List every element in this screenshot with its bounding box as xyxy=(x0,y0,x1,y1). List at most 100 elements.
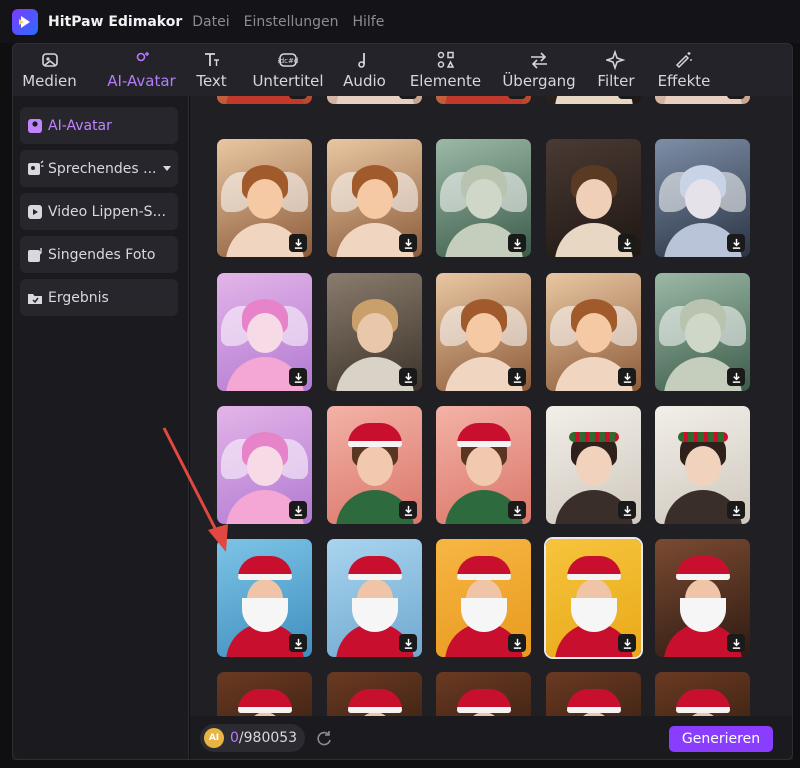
ai-coin-icon: AI xyxy=(204,728,224,748)
result-icon xyxy=(28,293,42,304)
tab-label: Untertitel xyxy=(252,71,324,90)
avatar-tile-santa[interactable] xyxy=(327,539,422,657)
svg-text:#d6d6dc#d6d6dc: #d6d6dc#d6d6dc xyxy=(278,57,298,65)
download-icon[interactable] xyxy=(618,96,636,99)
avatar-tile-santa[interactable] xyxy=(546,672,641,716)
sidebar-item-result[interactable]: Ergebnis xyxy=(20,279,178,316)
refresh-icon[interactable] xyxy=(315,729,333,747)
avatar-tile-wreath-woman[interactable] xyxy=(546,406,641,524)
download-icon[interactable] xyxy=(508,501,526,519)
tab-filter[interactable]: Filter xyxy=(596,43,636,96)
download-icon[interactable] xyxy=(399,96,417,99)
avatar-tile-cupid[interactable] xyxy=(217,96,312,104)
talking-photo-icon xyxy=(28,160,44,175)
avatar-tile-woman[interactable] xyxy=(327,273,422,391)
download-icon[interactable] xyxy=(289,368,307,386)
avatar-tile-santa[interactable] xyxy=(546,539,641,657)
tab-label: Effekte xyxy=(657,71,711,90)
download-icon[interactable] xyxy=(399,501,417,519)
singing-photo-icon xyxy=(28,247,42,262)
tab-transition[interactable]: Übergang xyxy=(498,43,580,96)
tab-effects[interactable]: Effekte xyxy=(655,43,713,96)
tab-label: Filter xyxy=(597,71,635,90)
avatar-tile-cupid-baby[interactable] xyxy=(327,139,422,257)
download-icon[interactable] xyxy=(289,96,307,99)
download-icon[interactable] xyxy=(727,96,745,99)
tab-avatar[interactable]: AI-Avatar xyxy=(100,43,183,96)
download-icon[interactable] xyxy=(399,234,417,252)
download-icon[interactable] xyxy=(618,501,636,519)
sidebar-item-talking-photo[interactable]: Sprechendes ... xyxy=(20,150,178,187)
download-icon[interactable] xyxy=(289,634,307,652)
credits-used: 0 xyxy=(230,730,239,746)
avatar-tile-santa[interactable] xyxy=(436,539,531,657)
download-icon[interactable] xyxy=(508,234,526,252)
download-icon[interactable] xyxy=(727,501,745,519)
avatar-tile-santa[interactable] xyxy=(655,539,750,657)
sidebar-item-avatar[interactable]: AI-Avatar xyxy=(20,107,178,144)
avatar-tile-santa[interactable] xyxy=(655,672,750,716)
download-icon[interactable] xyxy=(727,634,745,652)
avatar-tile-wreath-woman[interactable] xyxy=(655,406,750,524)
avatar-tile-anime-girl[interactable] xyxy=(217,273,312,391)
avatar-tile-baby[interactable] xyxy=(327,96,422,104)
avatar-icon xyxy=(28,118,42,133)
elements-icon xyxy=(437,51,454,68)
filter-icon xyxy=(606,49,626,70)
credits-display: AI 0 /980053 xyxy=(200,724,306,752)
download-icon[interactable] xyxy=(508,634,526,652)
video-lipsync-icon xyxy=(28,204,42,219)
left-panel: AI-Avatar Sprechendes ... Video Lippen-S..… xyxy=(12,96,189,760)
avatar-tile-cupid-baby[interactable] xyxy=(546,273,641,391)
sidebar-item-label: AI-Avatar xyxy=(48,117,112,134)
avatar-tile-cupid-baby[interactable] xyxy=(217,139,312,257)
audio-icon xyxy=(357,52,365,68)
download-icon[interactable] xyxy=(289,234,307,252)
avatar-tile-santa[interactable] xyxy=(217,539,312,657)
download-icon[interactable] xyxy=(508,96,526,99)
tab-subtitle[interactable]: #d6d6dc#d6d6dc Untertitel xyxy=(249,43,327,96)
avatar-tile-santa[interactable] xyxy=(327,672,422,716)
tab-label: AI-Avatar xyxy=(107,71,176,90)
avatar-tile-angel-statue[interactable] xyxy=(436,139,531,257)
download-icon[interactable] xyxy=(399,634,417,652)
avatar-tile-cupid[interactable] xyxy=(436,96,531,104)
download-icon[interactable] xyxy=(399,368,417,386)
subtitle-icon: #d6d6dc#d6d6dc xyxy=(278,52,298,67)
tab-media[interactable]: Medien xyxy=(22,43,77,96)
sidebar-item-singing-photo[interactable]: Singendes Foto xyxy=(20,236,178,273)
menu-0[interactable]: Datei xyxy=(192,14,229,30)
download-icon[interactable] xyxy=(508,368,526,386)
tab-elements[interactable]: Elemente xyxy=(409,43,482,96)
avatar-tile-santa-woman[interactable] xyxy=(436,406,531,524)
bottom-bar: AI 0 /980053 Generieren xyxy=(190,716,793,760)
avatar-tile-angel-statue[interactable] xyxy=(655,273,750,391)
chevron-down-icon[interactable] xyxy=(163,166,171,171)
sidebar-item-label: Singendes Foto xyxy=(48,246,156,263)
avatar-tile-girl[interactable] xyxy=(546,96,641,104)
effects-icon xyxy=(675,51,692,68)
avatar-tile-cupid-baby[interactable] xyxy=(436,273,531,391)
menu-1[interactable]: Einstellungen xyxy=(244,14,339,30)
download-icon[interactable] xyxy=(727,234,745,252)
download-icon[interactable] xyxy=(618,368,636,386)
menu-bar: Datei Einstellungen Hilfe xyxy=(192,14,384,30)
avatar-tile-baby[interactable] xyxy=(655,96,750,104)
tab-audio[interactable]: Audio xyxy=(342,43,387,96)
tab-text[interactable]: Text xyxy=(192,43,231,96)
avatar-tile-santa[interactable] xyxy=(436,672,531,716)
sidebar-item-video-lipsync[interactable]: Video Lippen-S... xyxy=(20,193,178,230)
avatar-tile-santa-woman[interactable] xyxy=(327,406,422,524)
generate-button[interactable]: Generieren xyxy=(669,726,773,752)
avatar-tile-girl[interactable] xyxy=(546,139,641,257)
avatar-grid xyxy=(190,96,793,716)
avatar-tile-angel-boy[interactable] xyxy=(655,139,750,257)
download-icon[interactable] xyxy=(618,234,636,252)
download-icon[interactable] xyxy=(618,634,636,652)
avatar-tile-anime-girl[interactable] xyxy=(217,406,312,524)
download-icon[interactable] xyxy=(289,501,307,519)
app-logo-icon xyxy=(12,8,38,35)
avatar-tile-santa[interactable] xyxy=(217,672,312,716)
menu-2[interactable]: Hilfe xyxy=(353,14,385,30)
download-icon[interactable] xyxy=(727,368,745,386)
